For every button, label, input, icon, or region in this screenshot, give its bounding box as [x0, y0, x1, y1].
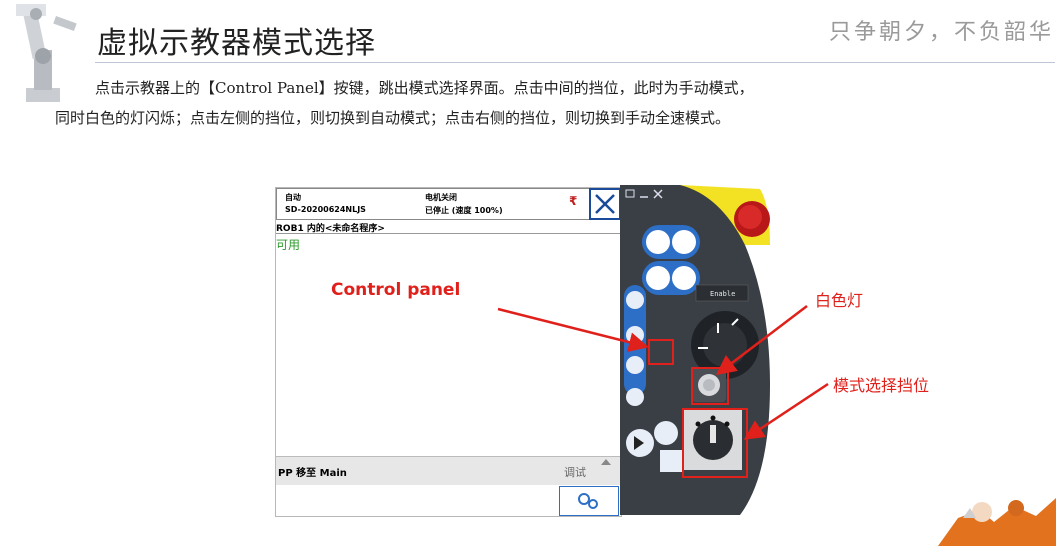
arrow-mode-switch	[743, 382, 829, 440]
arrow-white-light	[716, 305, 808, 376]
annotation-arrows	[497, 305, 829, 440]
arrow-control-panel	[497, 307, 649, 353]
robot-arm-decoration-image	[918, 488, 1058, 548]
